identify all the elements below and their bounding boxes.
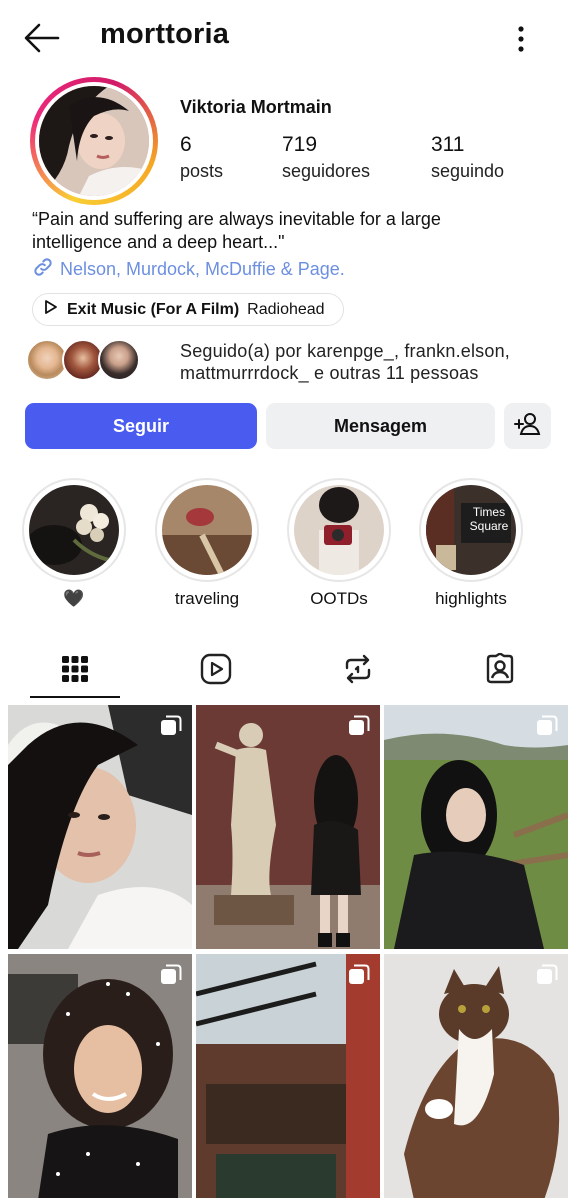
follower-avatar	[98, 339, 140, 381]
highlight-sign-text: Times Square	[469, 505, 509, 533]
stat-value: 311	[431, 133, 465, 156]
highlight-cover: Times Square	[426, 485, 516, 575]
tab-posts[interactable]	[30, 646, 120, 696]
highlight-item[interactable]: 🖤	[22, 478, 126, 609]
avatar-photo	[39, 86, 149, 196]
stat-posts[interactable]: 6 posts	[180, 133, 223, 182]
grid-post[interactable]	[384, 954, 568, 1198]
bio-text: “Pain and suffering are always inevitabl…	[32, 208, 552, 254]
profile-username: morttoria	[100, 18, 230, 50]
stat-label: posts	[180, 161, 224, 181]
bio-line: intelligence and a deep heart..."	[32, 232, 285, 252]
highlight-label: traveling	[174, 589, 240, 608]
bio-link-text: Nelson, Murdock, McDuffie & Page.	[60, 259, 345, 279]
grid-post[interactable]	[196, 954, 380, 1198]
grid-post[interactable]	[196, 705, 380, 949]
top-bar: morttoria	[0, 0, 576, 76]
suggest-user-button[interactable]	[504, 403, 551, 449]
followed-by[interactable]: Seguido(a) por karenpge_, frankn.elson, …	[26, 338, 566, 384]
highlight-cover	[294, 485, 384, 575]
grid-icon	[61, 655, 89, 688]
active-tab-indicator	[30, 696, 120, 698]
highlight-item[interactable]: OOTDs	[287, 478, 391, 609]
carousel-icon	[348, 964, 370, 986]
reels-icon	[200, 653, 232, 690]
bio-line: “Pain and suffering are always inevitabl…	[32, 209, 441, 229]
message-button[interactable]: Mensagem	[266, 403, 495, 449]
back-arrow-icon[interactable]	[22, 20, 62, 56]
carousel-icon	[536, 964, 558, 986]
bio-link[interactable]: Nelson, Murdock, McDuffie & Page.	[32, 256, 345, 283]
music-song: Exit Music (For A Film)	[67, 300, 240, 318]
highlight-cover	[29, 485, 119, 575]
stat-value: 6	[180, 133, 192, 156]
stat-label: seguidores	[282, 161, 371, 181]
highlight-label: OOTDs	[310, 589, 368, 608]
carousel-icon	[536, 715, 558, 737]
stat-label: seguindo	[431, 161, 505, 181]
add-user-icon	[513, 410, 542, 443]
grid-post[interactable]	[384, 705, 568, 949]
posts-grid	[8, 705, 568, 1200]
link-icon	[32, 256, 54, 283]
play-icon	[43, 299, 59, 320]
display-name: Viktoria Mortmain	[180, 97, 332, 117]
follow-button[interactable]: Seguir	[25, 403, 257, 449]
profile-music[interactable]: Exit Music (For A Film) Radiohead	[32, 293, 344, 326]
grid-post[interactable]	[8, 954, 192, 1198]
carousel-icon	[160, 715, 182, 737]
highlight-label: 🖤	[63, 589, 85, 608]
stat-followers[interactable]: 719 seguidores	[282, 133, 370, 182]
tab-reels[interactable]	[171, 646, 261, 696]
tagged-icon	[484, 651, 516, 690]
more-options-icon[interactable]	[506, 22, 536, 56]
tab-tagged[interactable]	[455, 646, 545, 696]
followed-by-line: mattmurrrdock_ e outras 11 pessoas	[180, 363, 479, 383]
carousel-icon	[348, 715, 370, 737]
highlight-cover	[162, 485, 252, 575]
highlight-item[interactable]: traveling	[155, 478, 259, 609]
tab-reposts[interactable]	[313, 646, 403, 696]
stat-value: 719	[282, 133, 318, 156]
highlight-item[interactable]: Times Square highlights	[419, 478, 523, 609]
profile-avatar[interactable]	[30, 77, 158, 205]
followed-by-text: Seguido(a) por karenpge_, frankn.elson, …	[180, 340, 510, 384]
reposts-icon	[342, 653, 374, 690]
followed-by-line: Seguido(a) por karenpge_, frankn.elson,	[180, 341, 511, 361]
profile-tabs	[0, 638, 576, 702]
highlight-label: highlights	[435, 589, 507, 608]
grid-post[interactable]	[8, 705, 192, 949]
music-artist: Radiohead	[247, 300, 325, 318]
carousel-icon	[160, 964, 182, 986]
stat-following[interactable]: 311 seguindo	[431, 133, 504, 182]
